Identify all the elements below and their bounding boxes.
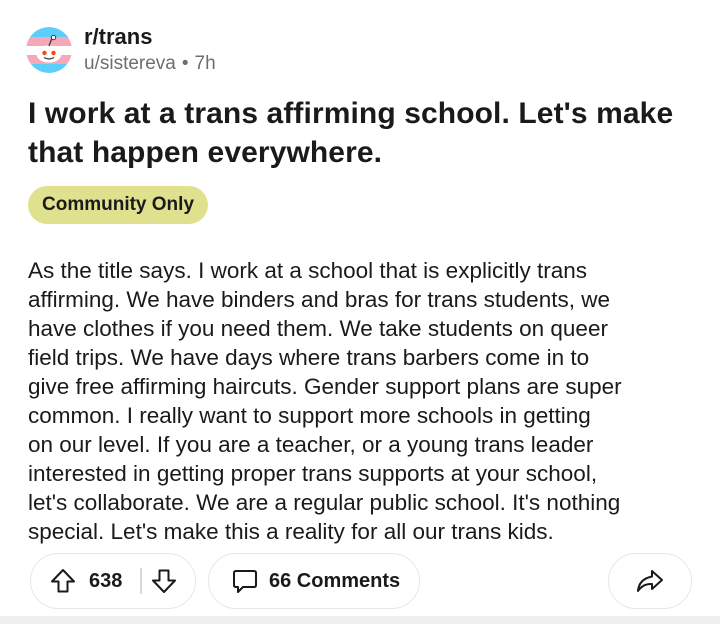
- body-line: have clothes if you need them. We take s…: [28, 316, 608, 341]
- byline: u/sistereva • 7h: [84, 51, 216, 77]
- arrow-up-icon: [51, 569, 75, 593]
- post-header: r/trans u/sistereva • 7h: [26, 20, 216, 80]
- author-name[interactable]: u/sistereva: [84, 51, 176, 77]
- share-button[interactable]: [608, 553, 692, 609]
- comments-button[interactable]: 66 Comments: [208, 553, 420, 609]
- body-line: special. Let's make this a reality for a…: [28, 519, 554, 544]
- post-body: As the title says. I work at a school th…: [28, 256, 698, 546]
- subreddit-avatar-icon[interactable]: [26, 27, 72, 73]
- body-line: on our level. If you are a teacher, or a…: [28, 432, 594, 457]
- upvote-button[interactable]: [37, 553, 89, 609]
- share-arrow-icon: [637, 570, 663, 592]
- body-line: let's collaborate. We are a regular publ…: [28, 490, 621, 515]
- body-line: As the title says. I work at a school th…: [28, 258, 587, 283]
- comments-count-label: 66 Comments: [269, 569, 401, 592]
- feed-divider: [0, 616, 720, 624]
- post-time: 7h: [194, 53, 216, 74]
- post-flair[interactable]: Community Only: [28, 186, 209, 224]
- speech-bubble-icon: [233, 570, 257, 593]
- downvote-button[interactable]: [142, 553, 186, 609]
- body-line: affirming. We have binders and bras for …: [28, 287, 610, 312]
- post-card: r/trans u/sistereva • 7h I work at a tra…: [0, 0, 720, 624]
- arrow-down-icon: [151, 569, 176, 593]
- vote-count: 638: [89, 569, 123, 592]
- post-meta: r/trans u/sistereva • 7h: [84, 23, 216, 77]
- vote-bar: 638: [30, 553, 196, 609]
- body-line: interested in getting proper trans suppo…: [28, 461, 598, 486]
- subreddit-name[interactable]: r/trans: [84, 23, 216, 51]
- post-title: I work at a trans affirming school. Let'…: [28, 97, 674, 169]
- byline-separator: •: [181, 53, 189, 74]
- body-line: give free affirming haircuts. Gender sup…: [28, 374, 622, 399]
- body-line: field trips. We have days where trans ba…: [28, 345, 590, 370]
- body-line: common. I really want to support more sc…: [28, 403, 591, 428]
